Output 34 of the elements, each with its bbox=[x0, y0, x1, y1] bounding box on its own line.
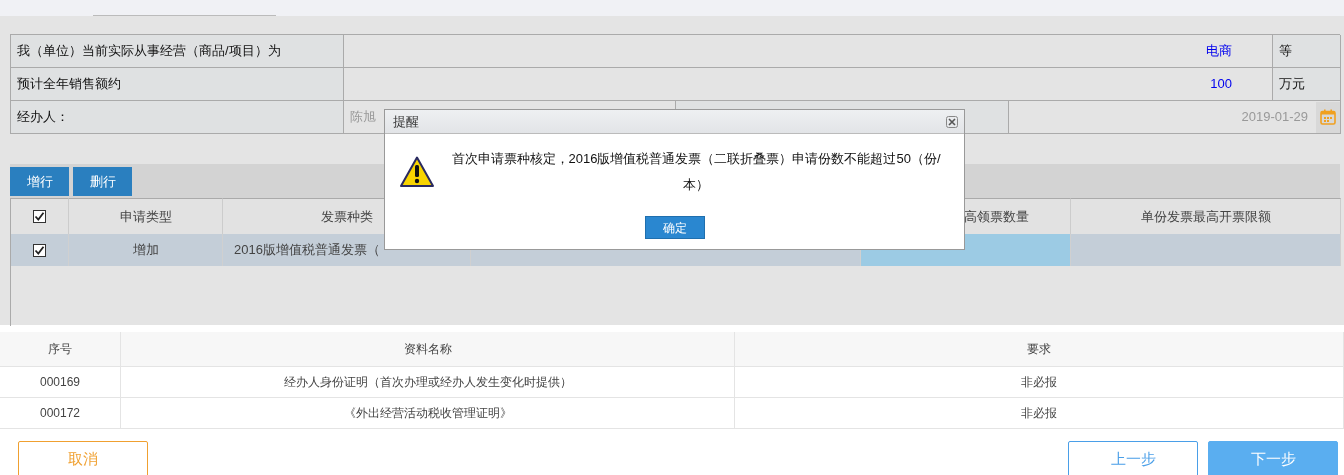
close-icon[interactable] bbox=[946, 115, 958, 128]
table-cell-text: 经办人身份证明（首次办理或经办人发生变化时提供） bbox=[283, 374, 572, 391]
checkbox[interactable] bbox=[33, 243, 46, 257]
table-cell: 增加 bbox=[69, 234, 223, 266]
column-header: 发票种类 bbox=[320, 207, 373, 226]
warning-icon bbox=[400, 156, 434, 188]
field-label: 经办人： bbox=[17, 108, 69, 127]
column-header: 要求 bbox=[1027, 341, 1051, 358]
table-cell-text: 000172 bbox=[39, 405, 80, 422]
dialog-title: 提醒 bbox=[393, 112, 419, 131]
toolbar-button[interactable]: 增行 bbox=[10, 167, 69, 196]
column-header: 单份发票最高开票限额 bbox=[1140, 207, 1271, 226]
back-button[interactable]: 上一步 bbox=[1068, 441, 1198, 475]
field-value: 电商 bbox=[1206, 42, 1232, 61]
field-value: 100 bbox=[1210, 75, 1232, 94]
column-header: 资料名称 bbox=[403, 341, 452, 358]
table-cell-text: 非必报 bbox=[1021, 405, 1057, 422]
cancel-button[interactable]: 取消 bbox=[18, 441, 148, 475]
table-cell-text: 非必报 bbox=[1021, 374, 1057, 391]
date-field[interactable]: 2019-01-29 bbox=[1241, 107, 1308, 127]
column-header: 申请类型 bbox=[119, 207, 172, 226]
toolbar-button[interactable]: 删行 bbox=[73, 167, 132, 196]
unit-label: 等 bbox=[1279, 42, 1292, 61]
column-header: 高领票数量 bbox=[964, 207, 1029, 226]
table-cell-text: 000169 bbox=[39, 374, 80, 391]
field-label: 我（单位）当前实际从事经营（商品/项目）为 bbox=[17, 42, 281, 61]
ok-button[interactable]: 确定 bbox=[645, 216, 705, 239]
unit-label: 万元 bbox=[1279, 75, 1305, 94]
checkbox[interactable] bbox=[33, 210, 46, 223]
table-cell-text: 《外出经营活动税收管理证明》 bbox=[343, 405, 512, 422]
dialog-message: 首次申请票种核定，2016版增值税普通发票（二联折叠票）申请份数不能超过50（份/本） bbox=[450, 150, 942, 194]
column-header: 序号 bbox=[48, 341, 72, 358]
field-label: 预计全年销售额约 bbox=[17, 75, 121, 94]
next-button[interactable]: 下一步 bbox=[1208, 441, 1338, 475]
